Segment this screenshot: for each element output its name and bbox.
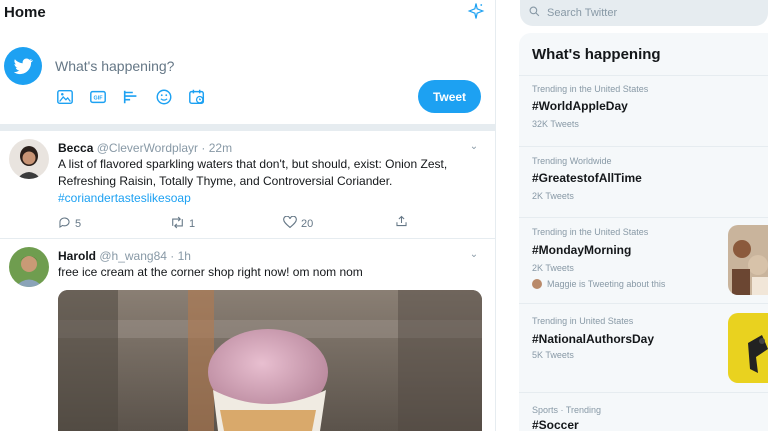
trend-context: Trending Worldwide <box>532 156 612 166</box>
social-context: Maggie is Tweeting about this <box>532 279 665 289</box>
tweet-time[interactable]: · 1h <box>170 249 191 263</box>
trends-divider <box>519 392 768 393</box>
avatar[interactable] <box>9 139 49 179</box>
trend-context: Trending in the United States <box>532 227 649 237</box>
avatar[interactable] <box>9 247 49 287</box>
compose-toolbar: GIF <box>55 87 207 107</box>
trend-thumbnail[interactable] <box>728 225 768 295</box>
trend-context: Trending in the United States <box>532 84 649 94</box>
sparkle-icon[interactable] <box>466 2 486 22</box>
bird-icon[interactable] <box>4 47 42 85</box>
tweet-time[interactable]: · 22m <box>201 141 232 155</box>
schedule-icon[interactable] <box>187 87 207 107</box>
trend-name[interactable]: #GreatestofAllTime <box>532 171 642 185</box>
trend-context: Trending in United States <box>532 316 634 326</box>
gif-icon[interactable]: GIF <box>88 87 108 107</box>
search-icon <box>529 4 540 22</box>
trends-divider <box>519 146 768 147</box>
column-divider <box>495 0 496 431</box>
tweet-text: A list of flavored sparkling waters that… <box>58 157 448 188</box>
tweet-header: Becca @CleverWordplayr · 22m <box>58 141 232 155</box>
chevron-down-icon[interactable]: ⌄ <box>468 249 480 261</box>
author-name[interactable]: Becca <box>58 141 93 155</box>
author-handle[interactable]: @CleverWordplayr <box>97 141 198 155</box>
trend-name[interactable]: #NationalAuthorsDay <box>532 332 654 346</box>
reply-icon <box>58 216 71 232</box>
author-name[interactable]: Harold <box>58 249 96 263</box>
emoji-icon[interactable] <box>154 87 174 107</box>
retweet-count: 1 <box>189 218 196 230</box>
search-input[interactable]: Search Twitter <box>520 0 768 26</box>
svg-text:GIF: GIF <box>94 96 104 102</box>
author-handle[interactable]: @h_wang84 <box>99 249 167 263</box>
page-title: Home <box>4 4 46 21</box>
retweet-button[interactable]: 1 <box>170 216 195 232</box>
tweet-divider <box>0 238 495 239</box>
trend-name[interactable]: #MondayMorning <box>532 243 631 257</box>
tweet-text: free ice cream at the corner shop right … <box>58 265 363 279</box>
trends-divider <box>519 217 768 218</box>
retweet-icon <box>170 216 185 232</box>
trends-divider <box>519 75 768 76</box>
main-timeline: Home What's happening? GIF Tweet Becca @… <box>0 0 495 431</box>
section-divider <box>0 124 495 131</box>
trends-divider <box>519 303 768 304</box>
social-text: Maggie is Tweeting about this <box>547 279 666 289</box>
trend-count: 5K Tweets <box>532 350 574 360</box>
like-button[interactable]: 20 <box>283 215 314 232</box>
trend-count: 2K Tweets <box>532 191 574 201</box>
trends-title: What's happening <box>532 46 661 63</box>
hashtag-link[interactable]: #coriandertasteslikesoap <box>58 191 191 205</box>
poll-icon[interactable] <box>121 87 141 107</box>
trend-thumbnail[interactable] <box>728 313 768 383</box>
like-count: 20 <box>301 218 314 230</box>
share-button[interactable] <box>395 214 408 231</box>
chevron-down-icon[interactable]: ⌄ <box>468 141 480 153</box>
search-placeholder: Search Twitter <box>547 7 618 19</box>
tweet-header: Harold @h_wang84 · 1h <box>58 249 191 263</box>
share-icon <box>395 214 408 231</box>
tweet-button[interactable]: Tweet <box>418 80 481 113</box>
compose-input[interactable]: What's happening? <box>55 58 174 74</box>
trend-count: 32K Tweets <box>532 119 579 129</box>
media-icon[interactable] <box>55 87 75 107</box>
reply-count: 5 <box>75 218 82 230</box>
trend-name[interactable]: #WorldAppleDay <box>532 99 628 113</box>
reply-button[interactable]: 5 <box>58 216 81 232</box>
heart-icon <box>283 215 297 232</box>
trend-context: Sports · Trending <box>532 405 602 415</box>
trend-count: 2K Tweets <box>532 263 574 273</box>
avatar <box>532 279 542 289</box>
tweet-photo[interactable] <box>58 290 482 431</box>
trend-name[interactable]: #Soccer <box>532 418 579 431</box>
